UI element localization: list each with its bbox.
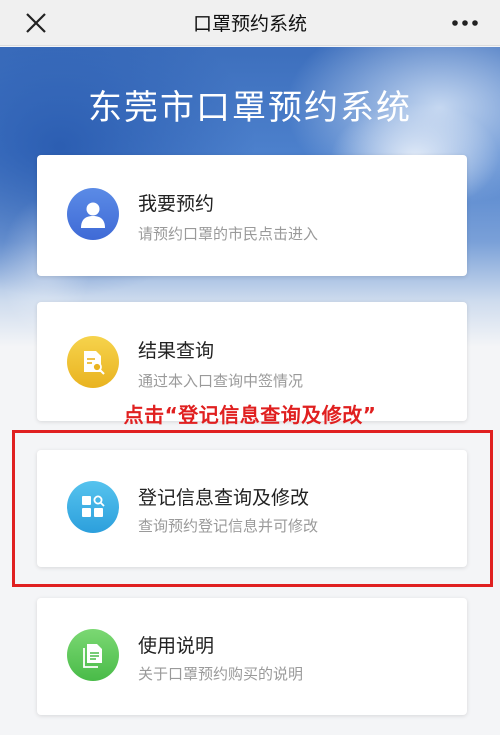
card-title: 我要预约 (138, 193, 215, 215)
card-title: 使用说明 (138, 635, 215, 657)
document-search-icon (67, 336, 119, 388)
close-icon[interactable] (22, 9, 50, 37)
more-icon[interactable] (448, 10, 482, 36)
highlight-box (12, 430, 493, 587)
page-title: 口罩预约系统 (192, 13, 307, 35)
instruction-annotation: 点击“登记信息查询及修改” (123, 403, 377, 427)
card-subtitle: 请预约口罩的市民点击进入 (138, 225, 319, 243)
person-icon (67, 188, 119, 240)
hero-title: 东莞市口罩预约系统 (88, 88, 412, 128)
card-make-reservation[interactable]: 我要预约 请预约口罩的市民点击进入 (37, 155, 467, 276)
card-title: 结果查询 (138, 340, 215, 362)
card-subtitle: 关于口罩预约购买的说明 (138, 665, 304, 683)
card-instructions[interactable]: 使用说明 关于口罩预约购买的说明 (37, 598, 467, 715)
card-subtitle: 通过本入口查询中签情况 (138, 372, 304, 390)
top-bar: 口罩预约系统 (0, 0, 500, 46)
document-icon (67, 629, 119, 681)
